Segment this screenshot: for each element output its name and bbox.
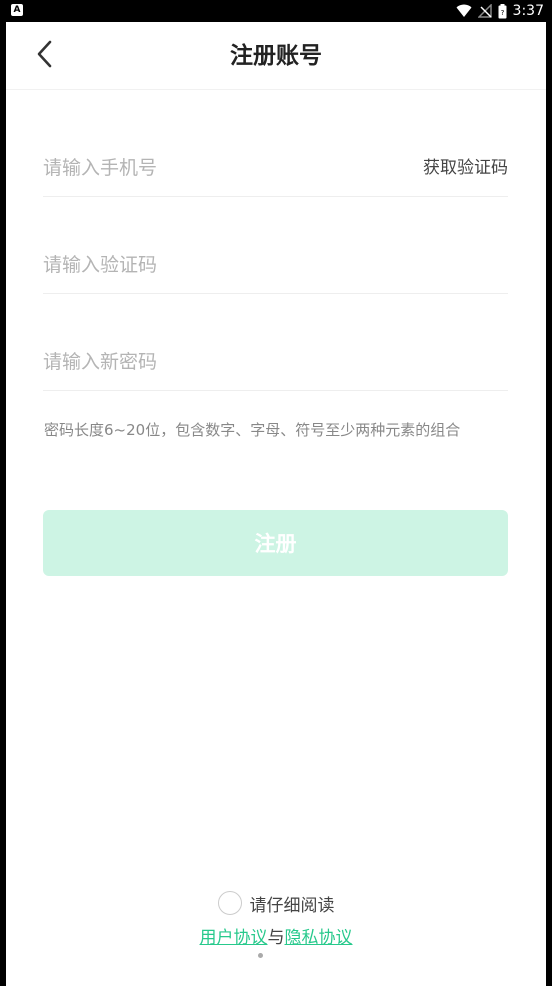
password-field (43, 336, 508, 391)
code-field (43, 239, 508, 294)
nav-bar: 注册账号 (6, 22, 546, 90)
agreement-checkbox[interactable] (217, 891, 242, 915)
agreement-conjunction: 与 (267, 928, 285, 948)
register-button[interactable]: 注册 (43, 510, 508, 576)
password-hint: 密码长度6~20位，包含数字、字母、符号至少两种元素的组合 (44, 421, 461, 439)
back-button[interactable] (30, 36, 64, 72)
agreement-links: 用户协议与隐私协议 (6, 924, 546, 952)
agreement-row: 请仔细阅读 (6, 887, 546, 919)
privacy-agreement-link[interactable]: 隐私协议 (285, 928, 353, 948)
no-signal-icon (477, 4, 492, 18)
agreement-prompt: 请仔细阅读 (249, 895, 335, 916)
notification-app-icon: A (11, 4, 23, 16)
status-bar: A ? 3:37 (0, 0, 552, 22)
svg-text:?: ? (500, 9, 504, 17)
battery-icon: ? (498, 3, 507, 18)
chevron-left-icon (37, 40, 52, 68)
page-title: 注册账号 (230, 43, 322, 69)
phone-field: 获取验证码 (43, 142, 508, 197)
get-code-button[interactable]: 获取验证码 (423, 142, 508, 194)
phone-input[interactable] (43, 142, 383, 194)
scroll-indicator (258, 953, 263, 958)
status-time: 3:37 (512, 3, 544, 19)
code-input[interactable] (43, 239, 383, 291)
status-icons: ? 3:37 (456, 0, 544, 22)
register-screen: 注册账号 获取验证码 密码长度6~20位，包含数字、字母、符号至少两种元素的组合… (6, 22, 546, 986)
wifi-icon (456, 4, 472, 17)
password-input[interactable] (43, 336, 383, 388)
user-agreement-link[interactable]: 用户协议 (200, 928, 268, 948)
